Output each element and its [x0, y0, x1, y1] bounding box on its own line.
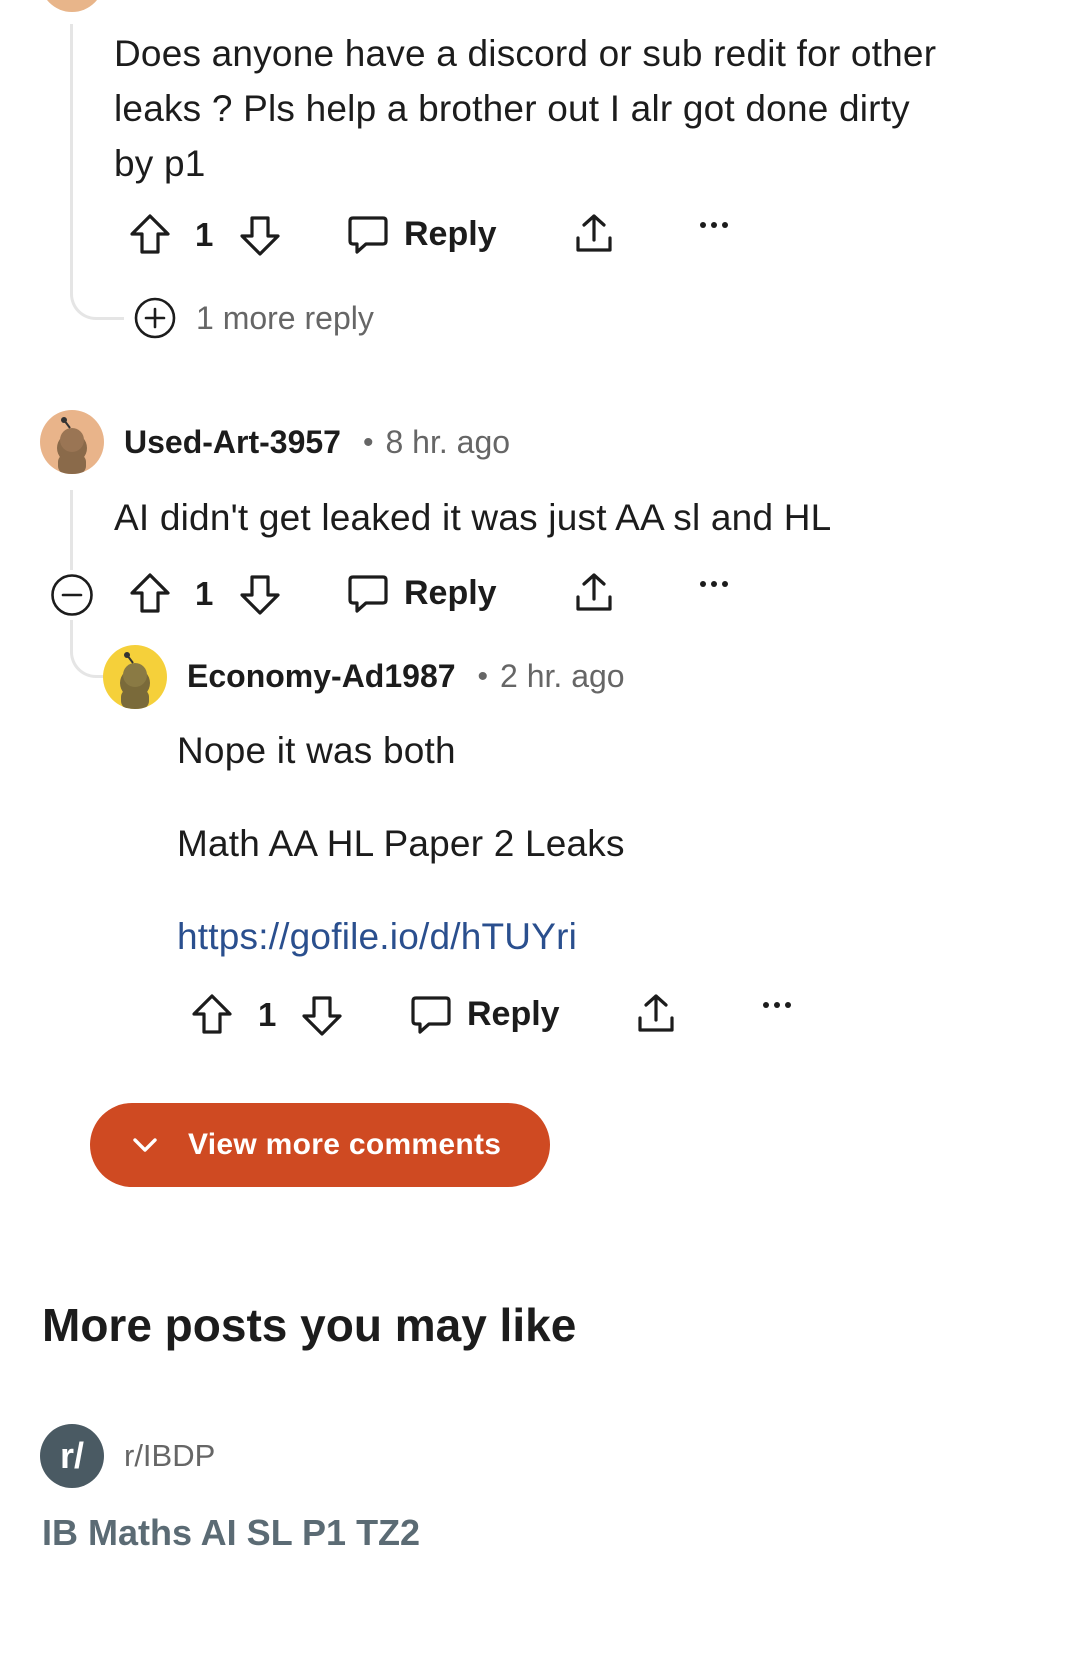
separator-dot: • [362, 425, 374, 459]
comment-body-line: Nope it was both [177, 730, 456, 771]
comment-body-line: Math AA HL Paper 2 Leaks [177, 823, 625, 864]
reply-button[interactable]: Reply [409, 992, 560, 1036]
expand-plus-icon [134, 297, 176, 339]
vote-count: 1 [195, 575, 214, 612]
upvote-icon[interactable] [128, 212, 172, 256]
subreddit-name[interactable]: r/IBDP [124, 1438, 215, 1474]
thread-line [70, 490, 73, 570]
reply-bubble-icon [346, 571, 390, 615]
downvote-icon[interactable] [238, 573, 282, 617]
comment-body: Does anyone have a discord or sub redit … [114, 33, 937, 184]
timestamp: 8 hr. ago [385, 424, 511, 460]
more-replies-button[interactable]: 1 more reply [134, 297, 374, 339]
subreddit-icon: r/ [40, 1424, 104, 1488]
comment-link[interactable]: https://gofile.io/d/hTUYri [177, 909, 577, 964]
more-dots-icon [700, 581, 728, 587]
section-title: More posts you may like [42, 1299, 577, 1351]
avatar[interactable] [103, 645, 167, 709]
comment-header: Economy-Ad1987 • 2 hr. ago [187, 658, 625, 695]
more-dots-icon [700, 222, 728, 228]
comment-body: AI didn't get leaked it was just AA sl a… [114, 497, 832, 538]
share-icon[interactable] [634, 992, 678, 1036]
vote-count: 1 [258, 996, 277, 1033]
view-more-comments-button[interactable]: View more comments [90, 1103, 550, 1187]
reply-bubble-icon [346, 212, 390, 256]
comment-header: Used-Art-3957 • 8 hr. ago [124, 424, 510, 461]
timestamp: 2 hr. ago [500, 658, 625, 694]
subreddit-row[interactable]: r/ r/IBDP [40, 1424, 215, 1488]
vote-count: 1 [195, 216, 214, 253]
chevron-down-icon [130, 1135, 160, 1155]
reply-button[interactable]: Reply [346, 212, 497, 256]
more-options-button[interactable] [699, 579, 729, 589]
collapse-minus-icon[interactable] [50, 573, 94, 617]
author-name[interactable]: Used-Art-3957 [124, 424, 341, 461]
author-name[interactable]: Economy-Ad1987 [187, 658, 456, 695]
reply-bubble-icon [409, 992, 453, 1036]
upvote-icon[interactable] [128, 571, 172, 615]
share-icon[interactable] [572, 571, 616, 615]
more-options-button[interactable] [699, 220, 729, 230]
more-options-button[interactable] [762, 1000, 792, 1010]
post-title[interactable]: IB Maths AI SL P1 TZ2 [42, 1512, 420, 1554]
comments-page: Does anyone have a discord or sub redit … [0, 0, 1080, 1674]
avatar[interactable] [40, 410, 104, 474]
downvote-icon[interactable] [238, 214, 282, 258]
share-icon[interactable] [572, 212, 616, 256]
more-dots-icon [763, 1002, 791, 1008]
upvote-icon[interactable] [190, 992, 234, 1036]
separator-dot: • [477, 659, 489, 693]
reply-button[interactable]: Reply [346, 571, 497, 615]
downvote-icon[interactable] [300, 994, 344, 1038]
avatar-partial [40, 0, 104, 12]
